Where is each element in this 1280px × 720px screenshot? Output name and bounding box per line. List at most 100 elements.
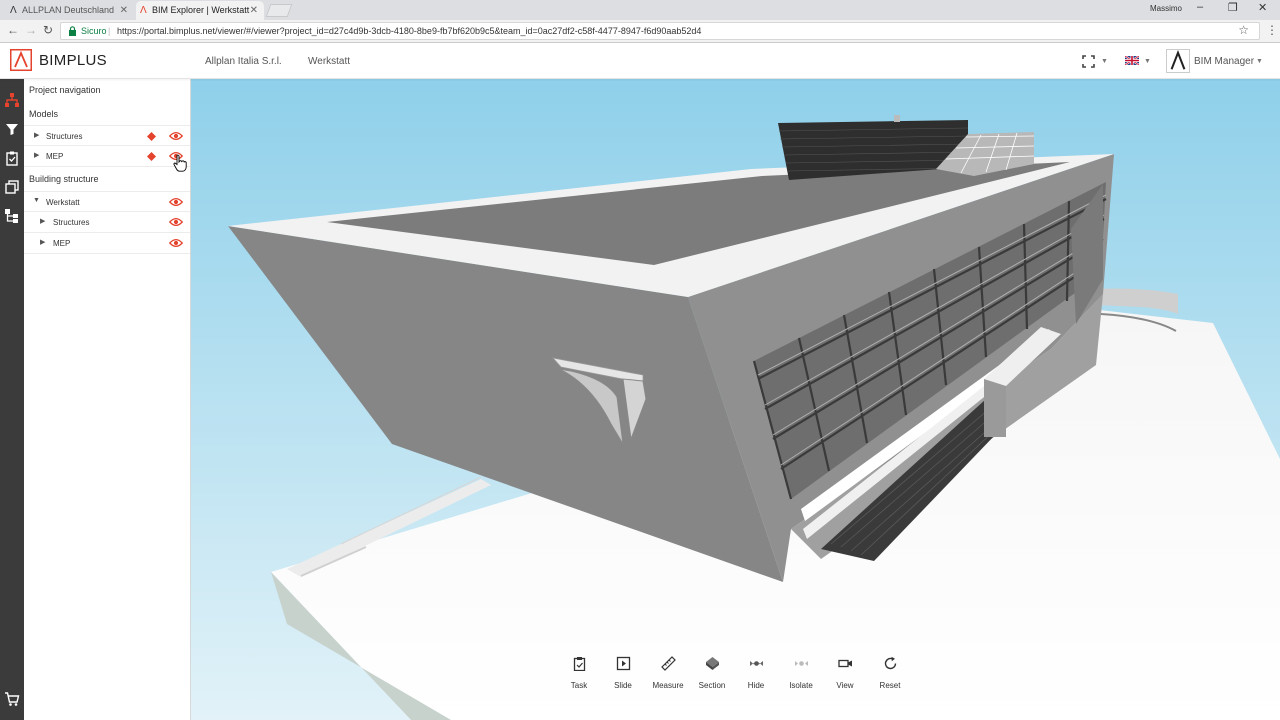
building-row-structures[interactable]: ▶ Structures bbox=[24, 212, 190, 233]
back-arrow-icon[interactable]: ← bbox=[7, 23, 19, 37]
view-button[interactable]: View bbox=[823, 652, 867, 700]
bookmark-star-icon[interactable]: ☆ bbox=[1238, 22, 1249, 38]
camera-icon bbox=[838, 659, 852, 668]
models-section-title: Models bbox=[29, 109, 59, 119]
isolate-icon bbox=[795, 661, 808, 666]
hierarchy-icon[interactable] bbox=[4, 92, 20, 108]
viewer-toolbar: Task Slide Measure Section Hide Isolate … bbox=[555, 652, 915, 702]
tool-label: Hide bbox=[747, 681, 765, 690]
hand-cursor-icon bbox=[173, 154, 187, 172]
building-row-werkstatt[interactable]: ▼ Werkstatt bbox=[24, 191, 190, 212]
slide-button[interactable]: Slide bbox=[601, 652, 645, 700]
model-color-diamond-icon[interactable] bbox=[147, 152, 156, 161]
tool-label: Task bbox=[570, 681, 588, 690]
building-label: Structures bbox=[53, 218, 90, 227]
rooftop-vent bbox=[894, 115, 900, 122]
building-structure-title: Building structure bbox=[29, 174, 99, 184]
reset-icon bbox=[884, 656, 897, 670]
browser-tab-bim-explorer[interactable]: Λ BIM Explorer | Werkstatt ✕ bbox=[136, 1, 264, 20]
browser-tab-allplan[interactable]: Λ ALLPLAN Deutschland ✕ bbox=[6, 1, 134, 20]
tool-label: Section bbox=[698, 681, 726, 690]
url-input[interactable]: Sicuro | https://portal.bimplus.net/view… bbox=[60, 22, 1260, 40]
chevron-down-icon[interactable]: ▼ bbox=[1101, 58, 1108, 65]
tab-close-icon[interactable]: ✕ bbox=[120, 1, 128, 20]
browser-address-bar: ← → ↻ Sicuro | https://portal.bimplus.ne… bbox=[0, 20, 1280, 43]
visibility-eye-icon[interactable] bbox=[169, 131, 183, 141]
chevron-right-icon[interactable]: ▶ bbox=[34, 151, 39, 159]
tool-label: Slide bbox=[614, 681, 632, 690]
filter-icon[interactable] bbox=[4, 121, 20, 137]
tool-label: Measure bbox=[652, 681, 684, 690]
hide-icon bbox=[750, 661, 763, 666]
browser-tab-strip: Λ ALLPLAN Deutschland ✕ Λ BIM Explorer |… bbox=[0, 0, 1280, 20]
model-label: Structures bbox=[46, 132, 83, 141]
minimize-icon[interactable]: – bbox=[1197, 1, 1203, 13]
chevron-down-icon[interactable]: ▼ bbox=[1256, 58, 1263, 65]
model-color-diamond-icon[interactable] bbox=[147, 132, 156, 141]
reset-button[interactable]: Reset bbox=[868, 652, 912, 700]
tool-label: Isolate bbox=[789, 681, 813, 690]
project-navigation-panel: Project navigation Models ▶ Structures ▶… bbox=[24, 79, 191, 720]
secure-label: Sicuro bbox=[81, 26, 107, 36]
visibility-eye-icon[interactable] bbox=[169, 238, 183, 248]
logo-text[interactable]: BIMPLUS bbox=[39, 52, 107, 69]
layers-icon[interactable] bbox=[4, 179, 20, 195]
chevron-right-icon[interactable]: ▶ bbox=[40, 238, 45, 246]
tool-label: View bbox=[836, 681, 854, 690]
window-user-name[interactable]: Massimo bbox=[1150, 4, 1182, 13]
building-row-mep[interactable]: ▶ MEP bbox=[24, 233, 190, 254]
breadcrumb-project[interactable]: Werkstatt bbox=[308, 56, 350, 67]
model-label: MEP bbox=[46, 152, 64, 161]
tab-close-icon[interactable]: ✕ bbox=[250, 1, 258, 20]
ruler-icon bbox=[661, 656, 676, 671]
user-avatar[interactable] bbox=[1166, 49, 1190, 73]
fullscreen-icon[interactable] bbox=[1082, 55, 1095, 68]
building-label: MEP bbox=[53, 239, 71, 248]
chevron-down-icon[interactable]: ▼ bbox=[1144, 58, 1151, 65]
bimplus-icon: Λ bbox=[140, 5, 147, 16]
slide-icon bbox=[616, 656, 631, 671]
new-tab-button[interactable] bbox=[265, 4, 293, 17]
forward-arrow-icon[interactable]: → bbox=[25, 23, 37, 37]
task-icon bbox=[573, 657, 586, 671]
en-gb-flag-icon[interactable] bbox=[1125, 56, 1139, 65]
clipboard-icon[interactable] bbox=[4, 150, 20, 166]
restore-icon[interactable]: ❐ bbox=[1228, 1, 1238, 14]
tab-title: ALLPLAN Deutschland bbox=[22, 5, 115, 15]
hide-button[interactable]: Hide bbox=[734, 652, 778, 700]
left-toolbar bbox=[0, 79, 24, 720]
cart-icon[interactable] bbox=[4, 691, 20, 707]
entrance-column bbox=[984, 379, 1006, 437]
visibility-eye-icon[interactable] bbox=[169, 197, 183, 207]
chevron-right-icon[interactable]: ▶ bbox=[34, 131, 39, 139]
section-icon bbox=[706, 657, 719, 670]
window-close-icon[interactable]: ✕ bbox=[1258, 1, 1267, 14]
model-row-structures[interactable]: ▶ Structures bbox=[24, 125, 190, 146]
building-label: Werkstatt bbox=[46, 198, 80, 207]
app-header: BIMPLUS Allplan Italia S.r.l. Werkstatt … bbox=[0, 43, 1280, 79]
browser-menu-icon[interactable]: ⋮ bbox=[1266, 23, 1278, 37]
url-text: https://portal.bimplus.net/viewer/#/view… bbox=[117, 26, 702, 36]
allplan-icon: Λ bbox=[10, 5, 17, 16]
panel-title: Project navigation bbox=[29, 85, 101, 95]
model-row-mep[interactable]: ▶ MEP bbox=[24, 146, 190, 167]
isolate-button[interactable]: Isolate bbox=[779, 652, 823, 700]
building-3d-model[interactable] bbox=[191, 79, 1280, 720]
chevron-right-icon[interactable]: ▶ bbox=[40, 217, 45, 225]
section-button[interactable]: Section bbox=[690, 652, 734, 700]
tab-title: BIM Explorer | Werkstatt bbox=[152, 5, 250, 15]
visibility-eye-icon[interactable] bbox=[169, 217, 183, 227]
allplan-logo-icon bbox=[1170, 49, 1186, 70]
3d-viewport[interactable] bbox=[191, 79, 1280, 720]
chevron-down-icon[interactable]: ▼ bbox=[33, 197, 40, 204]
reload-icon[interactable]: ↻ bbox=[43, 23, 53, 37]
tool-label: Reset bbox=[879, 681, 901, 690]
bimplus-logo-icon[interactable] bbox=[10, 49, 32, 71]
url-separator: | bbox=[108, 26, 111, 36]
structure-tree-icon[interactable] bbox=[4, 208, 20, 224]
breadcrumb-team[interactable]: Allplan Italia S.r.l. bbox=[205, 56, 282, 67]
task-button[interactable]: Task bbox=[557, 652, 601, 700]
measure-button[interactable]: Measure bbox=[646, 652, 690, 700]
user-role-menu[interactable]: BIM Manager bbox=[1194, 56, 1254, 67]
lock-icon bbox=[69, 26, 76, 36]
